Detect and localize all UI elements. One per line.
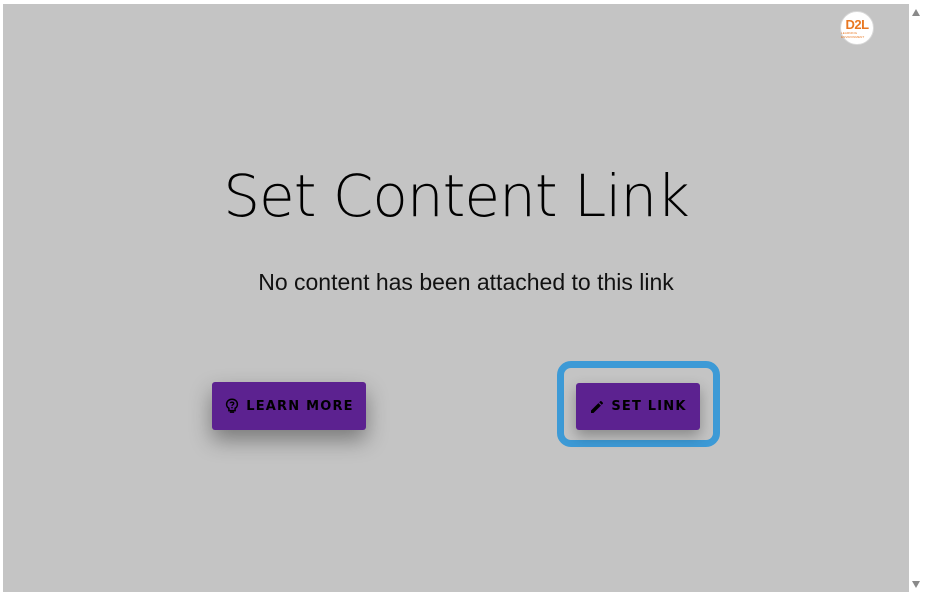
lightbulb-question-icon (224, 398, 240, 414)
logo-subtext: LEARNING ENVIRONMENT (841, 30, 865, 39)
d2l-logo: D2L LEARNING ENVIRONMENT (840, 11, 874, 45)
page-title: Set Content Link (223, 162, 690, 230)
learn-more-label: LEARN MORE (246, 398, 354, 414)
scroll-down-arrow-icon[interactable] (912, 581, 920, 588)
learn-more-button[interactable]: LEARN MORE (212, 382, 366, 430)
set-link-button[interactable]: SET LINK (576, 383, 700, 430)
vertical-scrollbar[interactable] (909, 4, 924, 592)
empty-state-message: No content has been attached to this lin… (258, 269, 674, 295)
scroll-up-arrow-icon[interactable] (912, 9, 920, 16)
set-link-label: SET LINK (611, 399, 687, 414)
logo-mark: D2L (845, 16, 869, 32)
content-frame (3, 4, 909, 592)
pencil-icon (589, 399, 605, 415)
